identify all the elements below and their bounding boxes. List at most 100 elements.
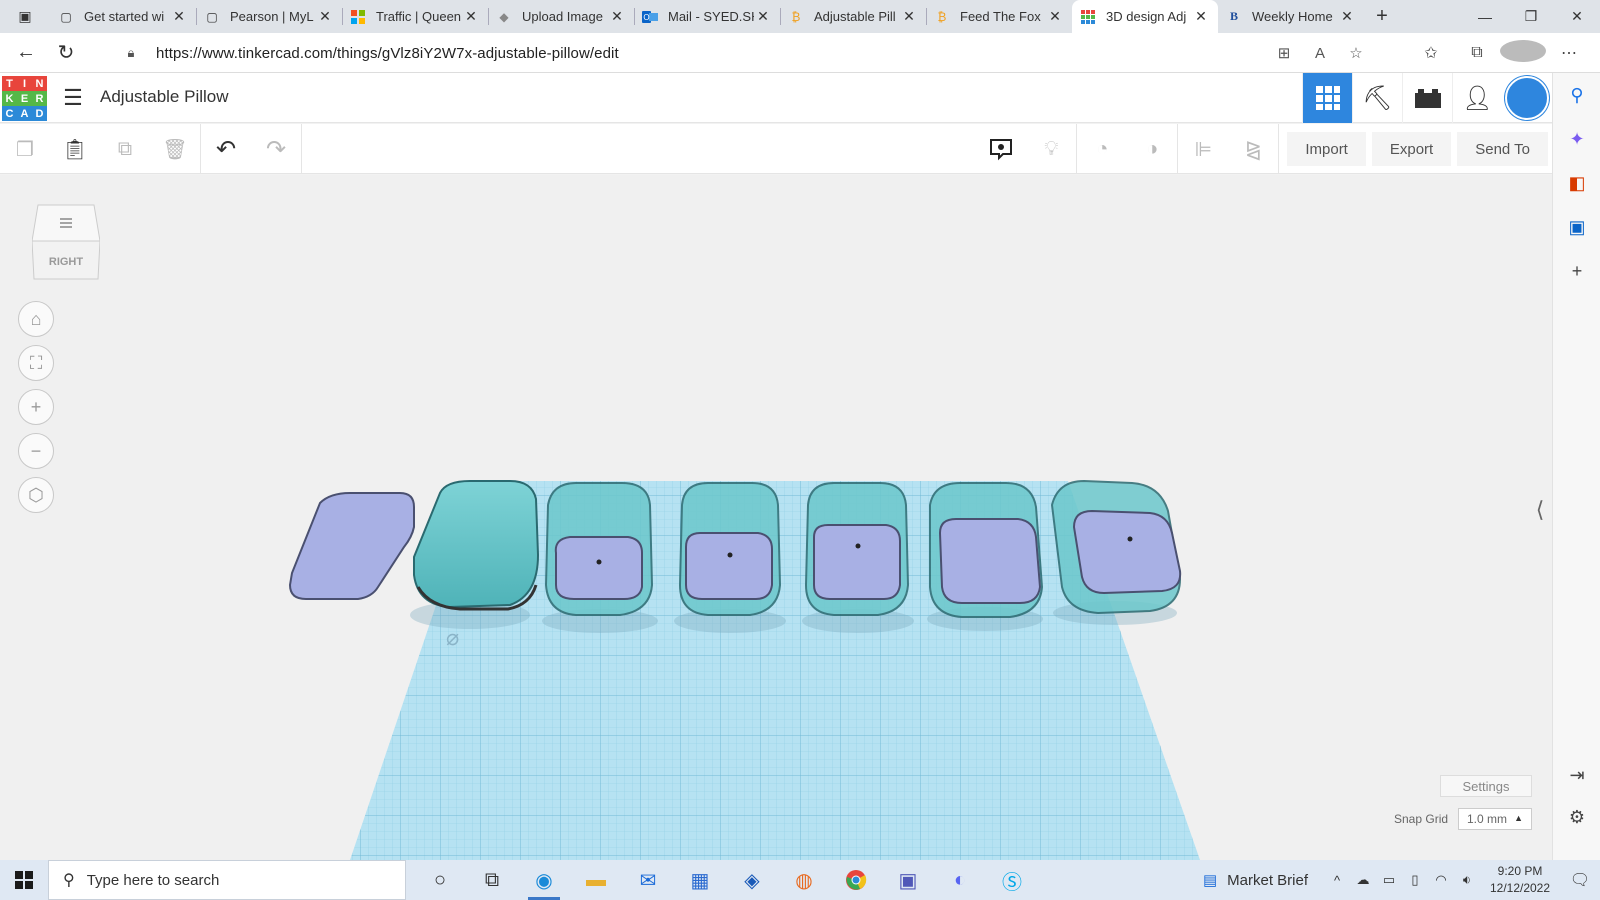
settings-gear-icon[interactable]: ⚙	[1553, 795, 1600, 839]
mirror-icon[interactable]: ⧎	[1228, 124, 1278, 174]
browser-tab[interactable]: ◆ Upload Image ✕	[488, 0, 634, 33]
tab-actions-icon[interactable]: ▣	[0, 0, 50, 33]
shape-solid-icon[interactable]: ◔	[1077, 124, 1127, 174]
settings-button[interactable]: Settings	[1440, 775, 1532, 797]
pickaxe-icon[interactable]: ⛏	[1352, 73, 1402, 123]
redo-icon[interactable]: ↷	[251, 124, 301, 174]
new-tab-button[interactable]: +	[1364, 0, 1400, 33]
3d-design-grid-icon[interactable]	[1302, 73, 1352, 123]
add-icon[interactable]: +	[1553, 249, 1600, 293]
cortana-icon[interactable]: ○	[414, 860, 466, 900]
delete-icon[interactable]: 🗑︎	[150, 124, 200, 174]
zoom-out-icon[interactable]: −	[18, 433, 54, 469]
mail-icon[interactable]: ✉	[622, 860, 674, 900]
send-to-button[interactable]: Send To	[1457, 132, 1548, 166]
avatar[interactable]	[1502, 73, 1552, 123]
export-button[interactable]: Export	[1371, 132, 1452, 166]
battery-icon[interactable]: ▭	[1376, 872, 1402, 888]
add-favorite-icon[interactable]: ☆	[1338, 44, 1374, 62]
close-icon[interactable]: ✕	[316, 8, 334, 25]
browser-tab[interactable]: ▢ Get started wi ✕	[50, 0, 196, 33]
profile-icon[interactable]	[1500, 39, 1546, 67]
browser-tab[interactable]: O Mail - SYED.SH ✕	[634, 0, 780, 33]
office-icon[interactable]: ◧	[1553, 161, 1600, 205]
design-title[interactable]: Adjustable Pillow	[100, 87, 229, 107]
browser-tab[interactable]: ₿ Feed The Fox ✕	[926, 0, 1072, 33]
snap-grid-select[interactable]: 1.0 mm ▲	[1458, 808, 1532, 830]
close-icon[interactable]: ✕	[1192, 8, 1210, 25]
import-button[interactable]: Import	[1287, 132, 1366, 166]
windows-start-icon[interactable]	[0, 860, 48, 900]
perspective-icon[interactable]: ⬡	[18, 477, 54, 513]
chrome-icon[interactable]	[830, 860, 882, 900]
align-icon[interactable]: ⊫	[1178, 124, 1228, 174]
paste-icon[interactable]: 📋︎	[50, 124, 100, 174]
close-icon[interactable]: ✕	[462, 8, 480, 25]
volume-icon[interactable]: 🔉︎	[1454, 872, 1480, 888]
file-explorer-icon[interactable]: ▬	[570, 860, 622, 900]
edge-browser-icon[interactable]: ◉	[518, 860, 570, 900]
firefox-icon[interactable]: ◍	[778, 860, 830, 900]
browser-tab-active[interactable]: 3D design Adj ✕	[1072, 0, 1218, 33]
skype-icon[interactable]: Ⓢ	[986, 860, 1038, 900]
design-list-icon[interactable]: ☰	[60, 85, 86, 111]
search-icon[interactable]: ⚲	[1553, 73, 1600, 117]
wifi-icon[interactable]: ◠	[1428, 872, 1454, 888]
sidebar-toggle-icon[interactable]: ⇥	[1553, 753, 1600, 797]
read-aloud-icon[interactable]: A	[1302, 45, 1338, 62]
shape-panel-toggle-icon[interactable]: ⟨	[1528, 475, 1552, 545]
app-cube-icon[interactable]: ◈	[726, 860, 778, 900]
minimize-icon[interactable]: —	[1462, 0, 1508, 33]
browser-tab[interactable]: ₿ Adjustable Pill ✕	[780, 0, 926, 33]
discord-icon[interactable]: ◐	[934, 860, 986, 900]
close-icon[interactable]: ✕	[608, 8, 626, 25]
onedrive-icon[interactable]: ☁	[1350, 872, 1376, 888]
notification-icon[interactable]: 🗨︎	[1560, 870, 1600, 890]
bricks-icon[interactable]	[1402, 73, 1452, 123]
lock-icon[interactable]: 🔒︎	[116, 45, 146, 61]
duplicate-icon[interactable]: ⧉	[100, 124, 150, 174]
restore-icon[interactable]: ❐	[1508, 0, 1554, 33]
fit-view-icon[interactable]: ⛶	[18, 345, 54, 381]
browser-tab[interactable]: ▢ Pearson | MyL ✕	[196, 0, 342, 33]
close-icon[interactable]: ✕	[754, 8, 772, 25]
zoom-in-icon[interactable]: +	[18, 389, 54, 425]
close-icon[interactable]: ✕	[1046, 8, 1064, 25]
workplane-scene[interactable]: ⌀	[0, 175, 1552, 860]
device-icon[interactable]: ▯	[1402, 872, 1428, 888]
logo-letter: T	[2, 76, 17, 91]
close-icon[interactable]: ✕	[900, 8, 918, 25]
browser-tab[interactable]: Traffic | Queen ✕	[342, 0, 488, 33]
close-icon[interactable]: ✕	[1338, 8, 1356, 25]
view-cube[interactable]: RIGHT	[31, 201, 101, 281]
tinkercad-logo[interactable]: TINKERCAD	[2, 76, 48, 122]
news-widget[interactable]: ▤ Market Brief	[1203, 871, 1308, 890]
workplane-viewport[interactable]: ⌀ RIGHT ⌂ ⛶ + − ⬡ ⟨ Settings Snap Grid 1…	[0, 175, 1552, 860]
refresh-icon[interactable]: ↻	[46, 35, 86, 71]
invite-user-icon[interactable]: 👤︎	[1452, 73, 1502, 123]
favorites-icon[interactable]: ✩	[1408, 43, 1454, 63]
url-field[interactable]: 🔒︎ https://www.tinkercad.com/things/gVlz…	[106, 36, 1398, 70]
close-window-icon[interactable]: ✕	[1554, 0, 1600, 33]
notes-icon[interactable]	[976, 124, 1026, 174]
outlook-icon[interactable]: ▣	[1553, 205, 1600, 249]
browser-tab[interactable]: B Weekly Home ✕	[1218, 0, 1364, 33]
close-icon[interactable]: ✕	[170, 8, 188, 25]
undo-icon[interactable]: ↶	[201, 124, 251, 174]
task-view-icon[interactable]: ⧉	[466, 860, 518, 900]
news-label: Market Brief	[1227, 871, 1308, 889]
lightbulb-icon[interactable]: 💡︎	[1026, 124, 1076, 174]
home-view-icon[interactable]: ⌂	[18, 301, 54, 337]
copy-icon[interactable]: ❐	[0, 124, 50, 174]
more-icon[interactable]: ⋯	[1546, 43, 1592, 63]
taskbar-search-field[interactable]: ⚲ Type here to search	[48, 860, 406, 900]
back-icon[interactable]: ←	[6, 35, 46, 71]
app-available-icon[interactable]: ⊞	[1266, 44, 1302, 62]
teams-icon[interactable]: ▣	[882, 860, 934, 900]
taskbar-clock[interactable]: 9:20 PM 12/12/2022	[1480, 863, 1560, 897]
store-icon[interactable]: ▦	[674, 860, 726, 900]
shape-hole-icon[interactable]: ◑	[1127, 124, 1177, 174]
discover-icon[interactable]: ✦	[1553, 117, 1600, 161]
collections-icon[interactable]: ⧉	[1454, 44, 1500, 62]
chevron-up-icon[interactable]: ^	[1324, 873, 1350, 888]
